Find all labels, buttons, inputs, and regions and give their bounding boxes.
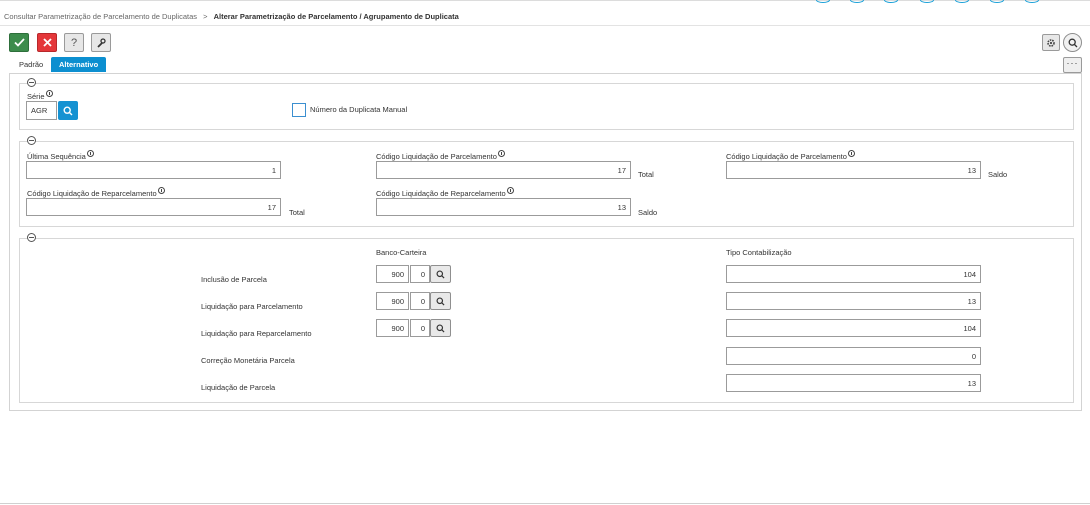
top-nav-decoration — [920, 0, 934, 3]
row-label-liquidacao-reparcelamento: Liquidação para Reparcelamento — [201, 329, 312, 338]
carteira-input[interactable]: 0 — [410, 265, 430, 283]
search-icon — [63, 105, 73, 115]
info-icon — [506, 187, 514, 194]
tipo-contabilizacao-input[interactable]: 0 — [726, 347, 981, 365]
top-nav-decoration — [955, 0, 969, 3]
info-icon — [45, 90, 53, 97]
saldo-label: Saldo — [988, 170, 1008, 179]
row-label-correcao-monetaria: Correção Monetária Parcela — [201, 356, 295, 365]
serie-input[interactable]: AGR — [26, 101, 57, 120]
cancel-button[interactable] — [37, 33, 57, 52]
serie-search-button[interactable] — [58, 101, 78, 120]
cod-liq-parcelamento-saldo-input[interactable]: 13 — [726, 161, 981, 179]
saldo-label: Saldo — [638, 208, 658, 217]
numero-duplicata-manual-label: Número da Duplicata Manual — [310, 105, 408, 114]
search-icon — [436, 296, 445, 306]
settings-button[interactable] — [1042, 34, 1060, 51]
section-serie-collapse-icon[interactable] — [27, 78, 36, 87]
tipo-contabilizacao-header: Tipo Contabilização — [726, 248, 792, 257]
banco-carteira-search-button[interactable] — [430, 292, 451, 310]
numero-duplicata-manual-checkbox[interactable] — [292, 103, 306, 117]
top-nav-decoration — [990, 0, 1004, 3]
top-nav-decoration — [850, 0, 864, 3]
banco-input[interactable]: 900 — [376, 319, 409, 337]
tipo-contabilizacao-input[interactable]: 13 — [726, 292, 981, 310]
serie-label: Série — [27, 90, 53, 101]
row-label-liquidacao-parcelamento: Liquidação para Parcelamento — [201, 302, 303, 311]
ultima-sequencia-label: Última Sequência — [27, 150, 94, 161]
gear-icon — [1047, 38, 1055, 47]
more-options-button[interactable]: ··· — [1063, 57, 1082, 73]
search-icon — [436, 269, 445, 279]
tipo-contabilizacao-input[interactable]: 13 — [726, 374, 981, 392]
wrench-icon — [97, 37, 106, 48]
info-icon — [847, 150, 855, 157]
info-icon — [157, 187, 165, 194]
carteira-input[interactable]: 0 — [410, 292, 430, 310]
cod-liq-reparcelamento-total-label: Código Liquidação de Reparcelamento — [27, 187, 165, 198]
tab-padrao[interactable]: Padrão — [11, 57, 51, 72]
top-nav-decoration — [884, 0, 898, 3]
cod-liq-parcelamento-total-input[interactable]: 17 — [376, 161, 631, 179]
ultima-sequencia-input[interactable]: 1 — [26, 161, 281, 179]
banco-input[interactable]: 900 — [376, 265, 409, 283]
help-button[interactable]: ? — [64, 33, 84, 52]
breadcrumb-current: Alterar Parametrização de Parcelamento /… — [213, 12, 459, 21]
top-nav-decoration — [1025, 0, 1039, 3]
total-label: Total — [289, 208, 305, 217]
info-icon — [86, 150, 94, 157]
row-label-liquidacao-parcela: Liquidação de Parcela — [201, 383, 276, 392]
section-codigos-collapse-icon[interactable] — [27, 136, 36, 145]
row-label-inclusao-parcela: Inclusão de Parcela — [201, 275, 267, 284]
cod-liq-reparcelamento-saldo-label: Código Liquidação de Reparcelamento — [376, 187, 514, 198]
carteira-input[interactable]: 0 — [410, 319, 430, 337]
tools-button[interactable] — [91, 33, 111, 52]
check-icon — [13, 38, 25, 47]
cod-liq-parcelamento-saldo-label: Código Liquidação de Parcelamento — [726, 150, 855, 161]
tipo-contabilizacao-input[interactable]: 104 — [726, 319, 981, 337]
top-nav-decoration — [816, 0, 830, 3]
tab-alternativo[interactable]: Alternativo — [51, 57, 107, 72]
cod-liq-parcelamento-total-label: Código Liquidação de Parcelamento — [376, 150, 505, 161]
cod-liq-reparcelamento-saldo-input[interactable]: 13 — [376, 198, 631, 216]
section-serie — [19, 83, 1074, 130]
banco-input[interactable]: 900 — [376, 292, 409, 310]
search-icon — [436, 323, 445, 333]
info-icon — [497, 150, 505, 157]
banco-carteira-search-button[interactable] — [430, 265, 451, 283]
close-icon — [42, 38, 52, 47]
total-label: Total — [638, 170, 654, 179]
section-banco-collapse-icon[interactable] — [27, 233, 36, 242]
banco-carteira-header: Banco-Carteira — [376, 248, 427, 257]
tipo-contabilizacao-input[interactable]: 104 — [726, 265, 981, 283]
banco-carteira-search-button[interactable] — [430, 319, 451, 337]
search-icon — [1068, 38, 1077, 47]
confirm-button[interactable] — [9, 33, 29, 52]
header-divider — [0, 25, 1090, 26]
breadcrumb-separator: > — [203, 12, 208, 21]
breadcrumb: Consultar Parametrização de Parcelamento… — [4, 12, 459, 21]
cod-liq-reparcelamento-total-input[interactable]: 17 — [26, 198, 281, 216]
page-search-button[interactable] — [1063, 33, 1082, 52]
footer-divider — [0, 503, 1090, 504]
breadcrumb-parent-link[interactable]: Consultar Parametrização de Parcelamento… — [4, 12, 197, 21]
